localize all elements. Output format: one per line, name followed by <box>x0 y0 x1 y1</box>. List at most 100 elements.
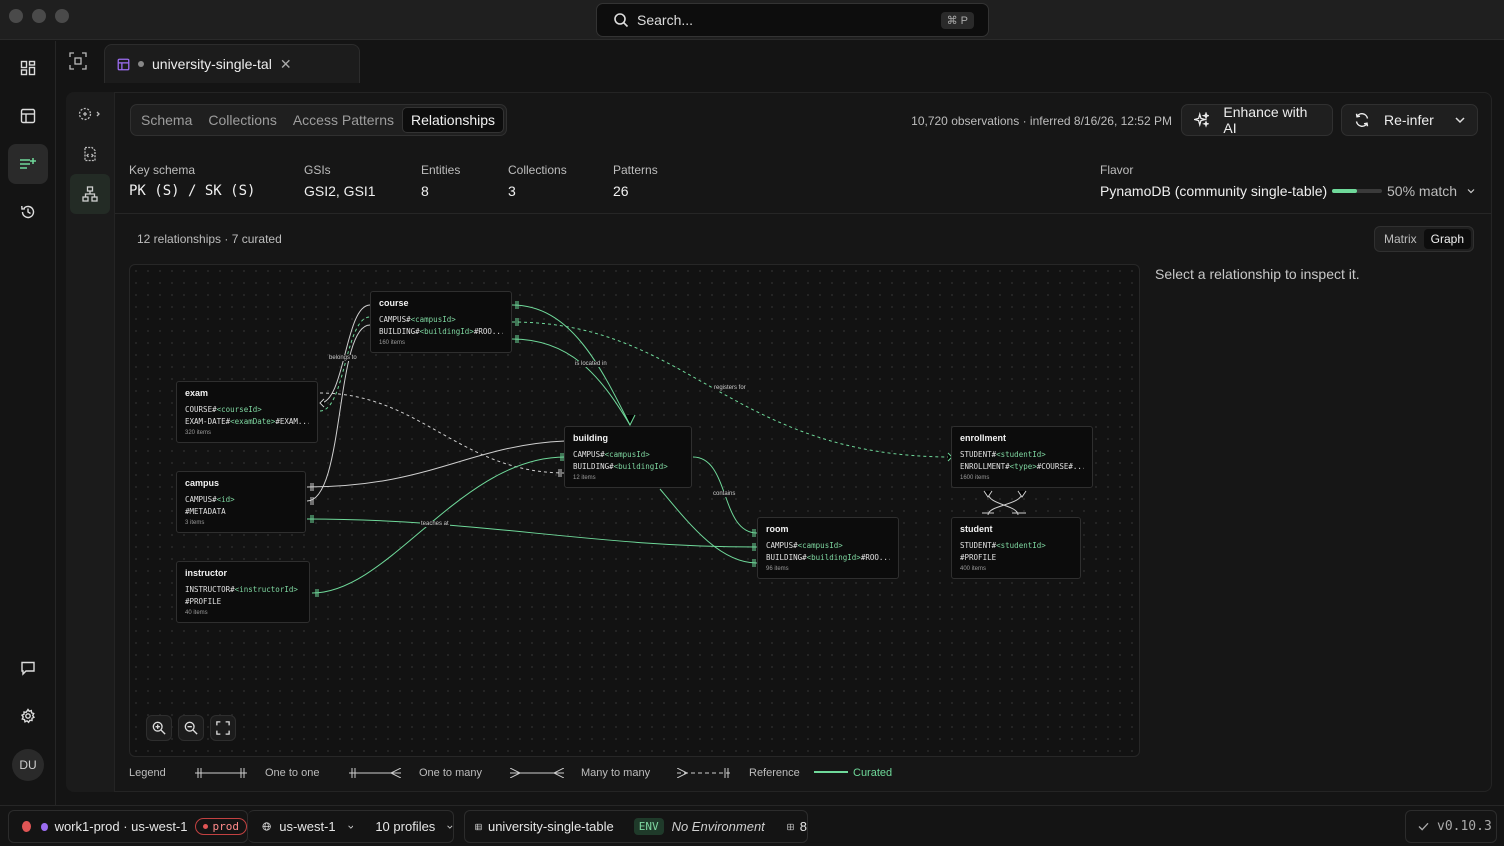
node-item-count: 160 items <box>379 340 406 346</box>
relationship-graph-canvas[interactable]: belongs to is located in registers for c… <box>129 264 1140 757</box>
enhance-with-ai-button[interactable]: Enhance with AI <box>1181 104 1333 136</box>
match-label[interactable]: 50% match <box>1387 183 1457 199</box>
environment-selector[interactable]: No Environment <box>672 819 765 834</box>
edge-label-is-located-in: is located in <box>574 361 608 367</box>
edge-label-registers-for: registers for <box>713 385 747 391</box>
legend-title: Legend <box>129 767 166 779</box>
close-window-button[interactable] <box>9 9 23 23</box>
data-model-button[interactable] <box>70 94 110 134</box>
relationships-button[interactable] <box>70 174 110 214</box>
node-key-row: BUILDING#<buildingId>#ROO... <box>766 553 890 562</box>
tab-title: university-single-tal <box>152 56 272 72</box>
edge-building-room-2 <box>659 488 758 564</box>
maximize-window-button[interactable] <box>55 9 69 23</box>
node-title: enrollment <box>960 433 1007 443</box>
env-chip: ENV <box>633 818 664 835</box>
entity-node-course[interactable]: course CAMPUS#<campusId> BUILDING#<build… <box>370 291 512 353</box>
entity-node-student[interactable]: student STUDENT#<studentId> #PROFILE 400… <box>951 517 1081 579</box>
edge-label-teaches-at: teaches at <box>420 521 450 527</box>
tab-schema[interactable]: Schema <box>133 107 200 133</box>
export-code-button[interactable] <box>70 134 110 174</box>
node-key-row: ENROLLMENT#<type>#COURSE#... <box>960 462 1084 471</box>
legend-curated: Curated <box>853 767 893 779</box>
matrix-view-button[interactable]: Matrix <box>1377 229 1424 249</box>
entity-node-instructor[interactable]: instructor INSTRUCTOR#<instructorId> #PR… <box>176 561 310 623</box>
re-infer-button[interactable]: Re-infer <box>1341 104 1478 136</box>
chevron-down-icon[interactable] <box>347 824 354 830</box>
version-info[interactable]: v0.10.3 <box>1405 810 1497 843</box>
node-item-count: 400 items <box>960 566 987 572</box>
region-selector[interactable]: us-west-1 <box>279 819 335 834</box>
edge-course-building-1 <box>511 304 631 426</box>
entity-node-building[interactable]: building CAMPUS#<campusId> BUILDING#<bui… <box>564 426 692 488</box>
chat-nav-button[interactable] <box>8 648 48 688</box>
entity-node-room[interactable]: room CAMPUS#<campusId> BUILDING#<buildin… <box>757 517 899 579</box>
region-and-profiles[interactable]: us-west-1 10 profiles <box>248 810 454 843</box>
reference-symbol-icon <box>677 768 731 778</box>
unsaved-dot <box>138 61 144 67</box>
zoom-in-icon <box>152 721 166 735</box>
curated-symbol-icon <box>814 771 848 773</box>
edge-exam-course-dashed <box>319 316 371 412</box>
user-avatar[interactable]: DU <box>12 749 44 781</box>
node-title: room <box>766 524 789 534</box>
profiles-selector[interactable]: 10 profiles <box>375 819 435 834</box>
table-environment-info[interactable]: university-single-table ENV No Environme… <box>464 810 808 843</box>
screen-capture-button[interactable] <box>69 52 87 73</box>
settings-nav-button[interactable] <box>8 696 48 736</box>
tab-access-patterns[interactable]: Access Patterns <box>285 107 402 133</box>
secondary-sidebar <box>66 92 114 792</box>
zoom-in-button[interactable] <box>146 715 172 741</box>
zoom-out-button[interactable] <box>178 715 204 741</box>
patterns-label: Patterns <box>613 163 658 177</box>
node-item-count: 96 items <box>766 566 789 572</box>
model-icon <box>78 107 100 121</box>
dashboard-nav-button[interactable] <box>8 48 48 88</box>
fit-view-button[interactable] <box>210 715 236 741</box>
chevron-down-icon[interactable] <box>1467 188 1475 194</box>
entity-node-exam[interactable]: exam COURSE#<courseId> EXAM-DATE#<examDa… <box>176 381 318 443</box>
edge-enrollment-student-1 <box>987 492 1019 516</box>
refresh-icon <box>1355 113 1369 127</box>
tables-nav-button[interactable] <box>8 96 48 136</box>
match-progress-fill <box>1332 189 1357 193</box>
table-count: 8 <box>799 819 807 834</box>
close-tab-icon[interactable]: ✕ <box>280 56 292 73</box>
node-key-row: INSTRUCTOR#<instructorId> <box>185 585 298 594</box>
graph-view-button[interactable]: Graph <box>1423 229 1472 249</box>
search-bar[interactable]: Search... ⌘ P <box>596 3 989 37</box>
history-nav-button[interactable] <box>8 192 48 232</box>
search-placeholder: Search... <box>637 12 694 28</box>
key-schema-label: Key schema <box>129 163 196 177</box>
table-name: university-single-table <box>487 819 614 834</box>
inspect-hint: Select a relationship to inspect it. <box>1155 266 1360 282</box>
gsis-label: GSIs <box>304 163 331 177</box>
enhance-label: Enhance with AI <box>1223 104 1308 136</box>
tab-university-table[interactable]: university-single-tal ✕ <box>104 44 360 83</box>
queries-nav-button[interactable] <box>8 144 48 184</box>
prod-badge: prod <box>194 818 247 835</box>
entity-node-enrollment[interactable]: enrollment STUDENT#<studentId> ENROLLMEN… <box>951 426 1093 488</box>
connection-status-dot <box>22 821 32 832</box>
node-key-row: #PROFILE <box>185 597 222 606</box>
flavor-value[interactable]: PynamoDB (community single-table) <box>1100 183 1327 199</box>
edge-course-building-2 <box>511 338 631 426</box>
connection-profile[interactable]: work1-prod · us-west-1 prod <box>8 810 248 843</box>
view-tabs: Schema Collections Access Patterns Relat… <box>130 104 508 136</box>
minimize-window-button[interactable] <box>32 9 46 23</box>
node-title: course <box>379 298 409 308</box>
tab-collections[interactable]: Collections <box>200 107 284 133</box>
chevron-down-icon[interactable] <box>1455 116 1465 124</box>
tab-relationships[interactable]: Relationships <box>402 107 505 133</box>
entity-node-campus[interactable]: campus CAMPUS#<id> #METADATA 3 items <box>176 471 306 533</box>
scan-icon <box>69 52 87 70</box>
patterns-value: 26 <box>613 183 629 199</box>
one-to-one-symbol-icon <box>195 768 247 778</box>
status-bar: work1-prod · us-west-1 prod us-west-1 10… <box>0 805 1504 846</box>
key-schema-value: PK (S) / SK (S) <box>129 183 256 199</box>
node-key-row: #METADATA <box>185 507 226 516</box>
relationship-summary: 12 relationships · 7 curated <box>137 232 282 246</box>
chevron-down-icon[interactable] <box>447 824 453 830</box>
node-item-count: 3 items <box>185 520 205 526</box>
node-item-count: 1600 items <box>960 475 990 481</box>
